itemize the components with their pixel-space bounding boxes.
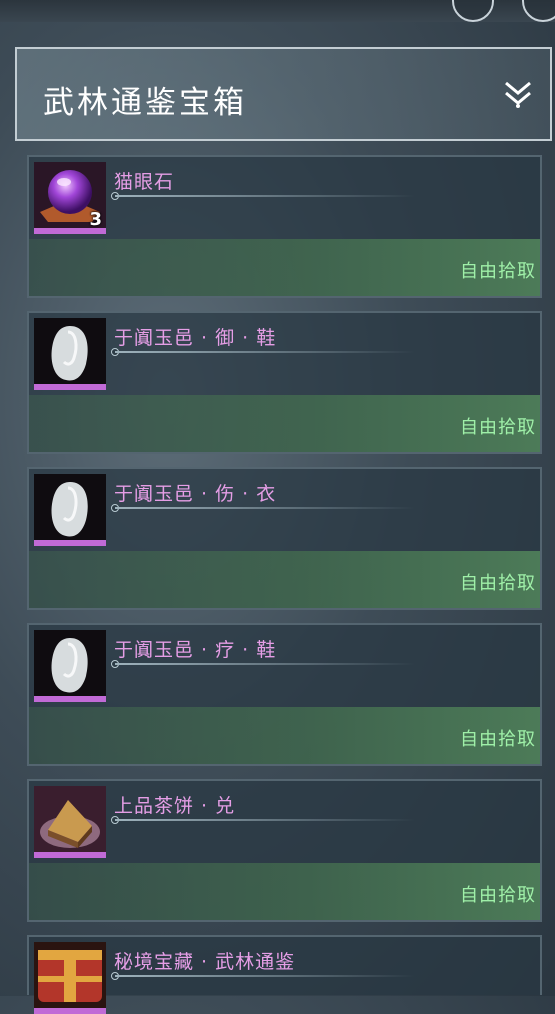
name-underline — [115, 663, 415, 665]
item-icon-frame — [34, 942, 106, 1014]
item-name: 于阗玉邑 · 疗 · 鞋 — [114, 639, 277, 661]
loot-item[interactable]: 于阗玉邑 · 伤 · 衣 自由拾取 — [27, 467, 542, 610]
loot-item[interactable]: 上品茶饼 · 兑 自由拾取 — [27, 779, 542, 922]
white-jade-icon — [34, 474, 106, 546]
item-name: 秘境宝藏 · 武林通鉴 — [114, 951, 296, 973]
name-underline — [115, 195, 415, 197]
item-name: 于阗玉邑 · 伤 · 衣 — [114, 483, 277, 505]
panel-title: 武林通鉴宝箱 — [43, 85, 247, 121]
pickup-bar[interactable]: 自由拾取 — [29, 395, 540, 452]
loot-item[interactable]: 3 猫眼石 自由拾取 — [27, 155, 542, 298]
loot-item[interactable]: 秘境宝藏 · 武林通鉴 — [27, 935, 542, 1014]
item-icon-frame — [34, 318, 106, 390]
top-round-button[interactable] — [522, 0, 555, 22]
free-pickup-button[interactable]: 自由拾取 — [460, 413, 536, 439]
free-pickup-button[interactable]: 自由拾取 — [460, 881, 536, 907]
item-icon-frame — [34, 474, 106, 546]
loot-item[interactable]: 于阗玉邑 · 御 · 鞋 自由拾取 — [27, 311, 542, 454]
name-underline — [115, 819, 415, 821]
loot-item[interactable]: 于阗玉邑 · 疗 · 鞋 自由拾取 — [27, 623, 542, 766]
tea-cake-icon — [34, 786, 106, 858]
item-name: 上品茶饼 · 兑 — [114, 795, 236, 817]
top-round-button[interactable] — [452, 0, 494, 22]
loot-panel-header[interactable]: 武林通鉴宝箱 — [15, 47, 552, 141]
name-underline — [115, 351, 415, 353]
free-pickup-button[interactable]: 自由拾取 — [460, 725, 536, 751]
top-bar — [0, 0, 555, 22]
free-pickup-button[interactable]: 自由拾取 — [460, 257, 536, 283]
white-jade-icon — [34, 630, 106, 702]
pickup-bar[interactable]: 自由拾取 — [29, 551, 540, 608]
item-icon-frame — [34, 630, 106, 702]
white-jade-icon — [34, 318, 106, 390]
item-name: 于阗玉邑 · 御 · 鞋 — [114, 327, 277, 349]
free-pickup-button[interactable]: 自由拾取 — [460, 569, 536, 595]
double-chevron-down-icon[interactable] — [502, 79, 534, 109]
name-underline — [115, 975, 415, 977]
pickup-bar[interactable]: 自由拾取 — [29, 863, 540, 920]
pickup-bar[interactable]: 自由拾取 — [29, 239, 540, 296]
pickup-bar[interactable]: 自由拾取 — [29, 707, 540, 764]
item-icon-frame: 3 — [34, 162, 106, 234]
treasure-chest-icon — [34, 942, 106, 1014]
item-name: 猫眼石 — [114, 171, 175, 193]
name-underline — [115, 507, 415, 509]
item-quantity: 3 — [89, 209, 102, 230]
item-icon-frame — [34, 786, 106, 858]
